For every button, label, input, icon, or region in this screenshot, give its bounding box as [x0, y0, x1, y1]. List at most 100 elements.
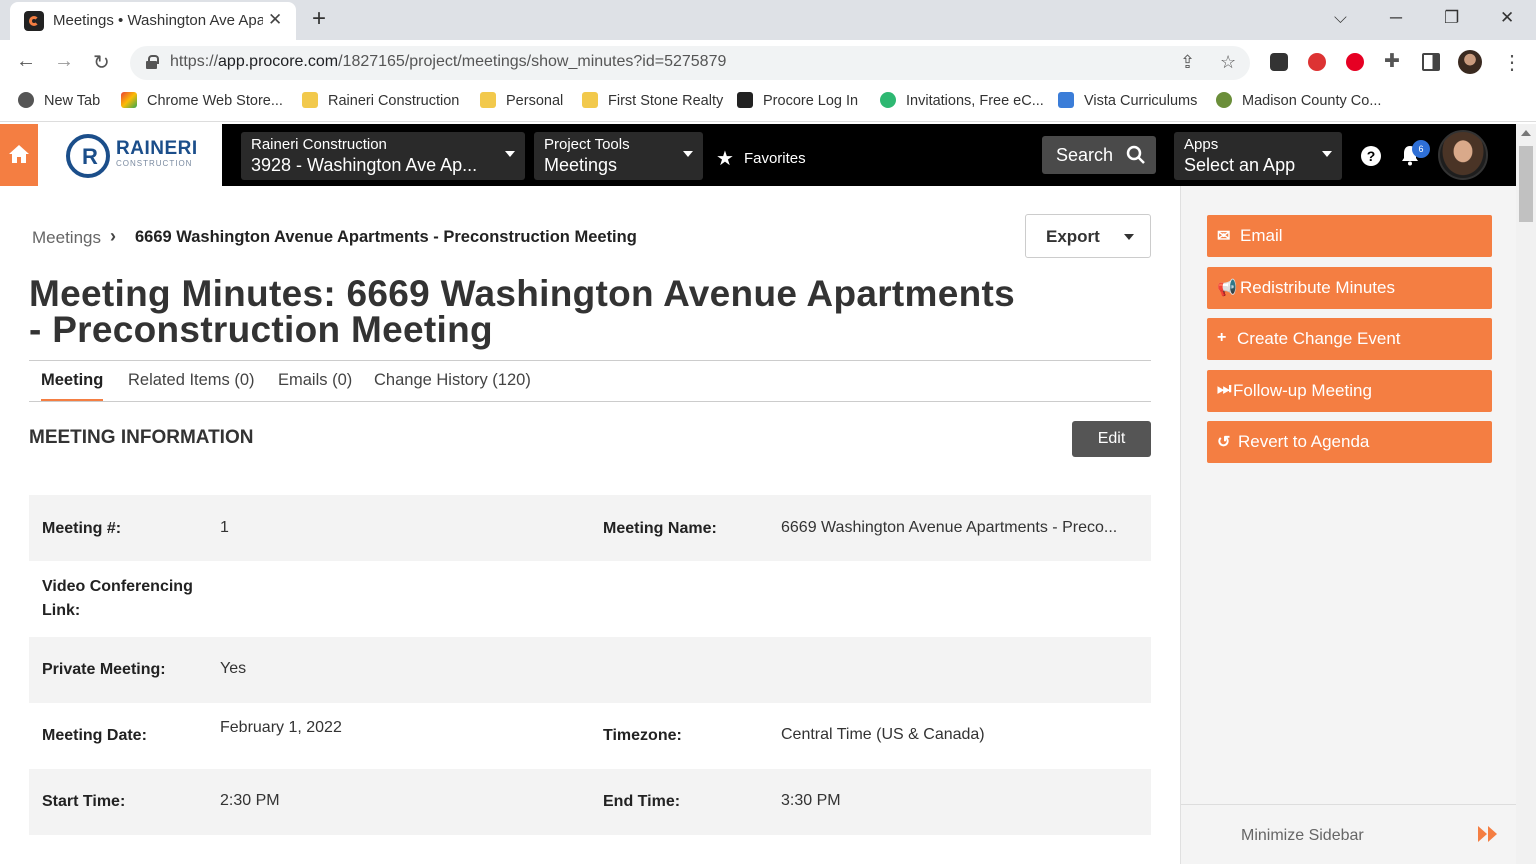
- plus-icon: +: [1217, 329, 1227, 346]
- apps-label: Apps: [1184, 136, 1219, 153]
- share-icon[interactable]: ⇪: [1180, 52, 1195, 73]
- meeting-name-label: Meeting Name:: [603, 520, 717, 537]
- email-button[interactable]: ✉ Email: [1207, 215, 1492, 257]
- export-label: Export: [1046, 227, 1100, 246]
- meeting-date-label: Meeting Date:: [42, 727, 147, 744]
- bookmarks-bar: New Tab Chrome Web Store... Raineri Cons…: [0, 84, 1536, 122]
- chevron-down-icon: [1124, 234, 1134, 240]
- new-tab-button[interactable]: +: [312, 5, 326, 33]
- search-button[interactable]: Search: [1042, 136, 1156, 174]
- tab-search-chevron-icon[interactable]: ⌵: [1334, 8, 1347, 28]
- minimize-sidebar-button[interactable]: Minimize Sidebar: [1181, 804, 1517, 864]
- bookmark-procore-log-in[interactable]: Procore Log In: [737, 92, 858, 109]
- project-selector[interactable]: Raineri Construction 3928 - Washington A…: [241, 132, 525, 180]
- extensions-puzzle-icon[interactable]: ✚: [1384, 50, 1400, 73]
- end-time-label: End Time:: [603, 793, 681, 810]
- follow-up-label: Follow-up Meeting: [1233, 381, 1372, 400]
- evite-icon: [880, 92, 896, 108]
- pinterest-icon[interactable]: [1346, 53, 1364, 71]
- bookmark-star-icon[interactable]: ☆: [1220, 52, 1236, 73]
- tab-meeting[interactable]: Meeting: [41, 371, 104, 402]
- forward-arrow-icon[interactable]: →: [54, 50, 74, 73]
- minimize-window-icon[interactable]: ─: [1390, 8, 1402, 28]
- browser-menu-icon[interactable]: ⋮: [1502, 50, 1522, 75]
- breadcrumb-meetings[interactable]: Meetings: [32, 228, 101, 248]
- page-scrollbar[interactable]: [1516, 124, 1536, 864]
- meeting-date-value: February 1, 2022: [220, 719, 342, 736]
- main-content: Meetings › 6669 Washington Avenue Apartm…: [0, 186, 1180, 864]
- redistribute-minutes-button[interactable]: 📢 Redistribute Minutes: [1207, 267, 1492, 309]
- info-row-times: Start Time: 2:30 PM End Time: 3:30 PM: [29, 769, 1151, 835]
- procore-icon: [737, 92, 753, 108]
- section-title: MEETING INFORMATION: [29, 427, 254, 448]
- chrome-store-icon: [121, 92, 137, 108]
- reload-icon[interactable]: ↻: [93, 50, 110, 75]
- action-sidebar: ✉ Email 📢 Redistribute Minutes + Create …: [1180, 186, 1517, 864]
- bookmark-madison-county[interactable]: Madison County Co...: [1216, 92, 1381, 109]
- close-window-icon[interactable]: ✕: [1500, 8, 1514, 28]
- folder-icon: [302, 92, 318, 108]
- revert-label: Revert to Agenda: [1238, 432, 1370, 451]
- bookmark-chrome-web-store[interactable]: Chrome Web Store...: [121, 92, 283, 109]
- bookmark-first-stone-realty[interactable]: First Stone Realty: [582, 92, 723, 109]
- bookmark-raineri-construction[interactable]: Raineri Construction: [302, 92, 459, 109]
- globe-icon: [18, 92, 34, 108]
- scroll-thumb[interactable]: [1519, 146, 1533, 222]
- user-avatar[interactable]: [1438, 130, 1488, 180]
- chevron-down-icon: [683, 151, 693, 157]
- private-meeting-label: Private Meeting:: [42, 661, 166, 678]
- create-change-event-button[interactable]: + Create Change Event: [1207, 318, 1492, 360]
- procore-favicon-icon: [24, 11, 44, 31]
- bookmark-new-tab[interactable]: New Tab: [18, 92, 100, 109]
- bookmark-vista-curriculums[interactable]: Vista Curriculums: [1058, 92, 1197, 109]
- email-label: Email: [1240, 226, 1283, 245]
- end-time-value: 3:30 PM: [781, 792, 841, 809]
- search-label: Search: [1056, 145, 1114, 165]
- close-tab-icon[interactable]: ✕: [268, 10, 282, 30]
- bookmark-personal[interactable]: Personal: [480, 92, 563, 109]
- vista-icon: [1058, 92, 1074, 108]
- edit-button[interactable]: Edit: [1072, 421, 1151, 457]
- back-arrow-icon[interactable]: ←: [16, 50, 36, 73]
- browser-tab[interactable]: Meetings • Washington Ave Apartments ✕: [10, 2, 296, 40]
- chevron-right-icon: ›: [110, 226, 116, 246]
- export-button[interactable]: Export: [1025, 214, 1151, 258]
- scroll-up-arrow-icon[interactable]: [1521, 130, 1531, 136]
- logo-text: RAINERI: [116, 138, 198, 159]
- home-button[interactable]: [0, 124, 38, 186]
- url-field[interactable]: https://app.procore.com/1827165/project/…: [130, 46, 1250, 80]
- redistribute-label: Redistribute Minutes: [1240, 278, 1395, 297]
- meeting-number-label: Meeting #:: [42, 520, 122, 537]
- follow-up-meeting-button[interactable]: ⏭ Follow-up Meeting: [1207, 370, 1492, 412]
- timezone-label: Timezone:: [603, 727, 682, 744]
- tab-change-history[interactable]: Change History (120): [374, 371, 531, 390]
- notification-badge: 6: [1412, 140, 1430, 158]
- folder-icon: [480, 92, 496, 108]
- start-time-label: Start Time:: [42, 793, 126, 810]
- tool-selector[interactable]: Project Tools Meetings: [534, 132, 703, 180]
- extension-icon[interactable]: [1270, 53, 1288, 71]
- app-header: R RAINERI CONSTRUCTION Raineri Construct…: [0, 124, 1536, 186]
- tab-related-items[interactable]: Related Items (0): [128, 371, 255, 390]
- restore-window-icon[interactable]: ❐: [1444, 8, 1459, 28]
- favorites-button[interactable]: ★ Favorites: [716, 146, 806, 171]
- extension-red-icon[interactable]: [1308, 53, 1326, 71]
- logo-subtext: CONSTRUCTION: [116, 159, 193, 168]
- revert-to-agenda-button[interactable]: ↺ Revert to Agenda: [1207, 421, 1492, 463]
- megaphone-icon: 📢: [1217, 280, 1237, 297]
- side-panel-icon[interactable]: [1422, 53, 1440, 71]
- tools-value: Meetings: [544, 155, 618, 175]
- tab-emails[interactable]: Emails (0): [278, 371, 352, 390]
- company-logo[interactable]: R RAINERI CONSTRUCTION: [38, 124, 222, 186]
- bookmark-invitations[interactable]: Invitations, Free eC...: [880, 92, 1044, 109]
- address-bar: ← → ↻ https://app.procore.com/1827165/pr…: [0, 40, 1536, 84]
- undo-icon: ↺: [1217, 434, 1231, 451]
- divider: [29, 401, 1151, 402]
- apps-selector[interactable]: Apps Select an App: [1174, 132, 1342, 180]
- profile-avatar-icon[interactable]: [1458, 50, 1482, 74]
- help-icon[interactable]: ?: [1361, 146, 1381, 166]
- meeting-number-value: 1: [220, 519, 229, 536]
- private-meeting-value: Yes: [220, 660, 247, 677]
- home-icon: [9, 145, 29, 163]
- timezone-value: Central Time (US & Canada): [781, 726, 985, 743]
